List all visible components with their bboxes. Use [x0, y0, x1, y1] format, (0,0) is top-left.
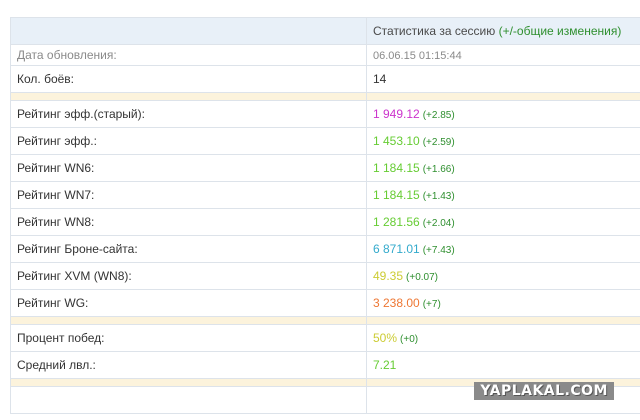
- row-label: Рейтинг WN8:: [10, 208, 367, 236]
- rating-delta: (+7): [422, 299, 441, 310]
- header-cell: Статистика за сессию (+/-общие изменения…: [366, 17, 640, 45]
- row-label: Дата обновления:: [10, 44, 367, 66]
- rating-value: 1 184.15: [373, 188, 420, 202]
- rating-delta: (+2.04): [422, 218, 455, 229]
- table-row-wn7: Рейтинг WN7: 1 184.15 (+1.43): [10, 181, 640, 209]
- table-row-battles: Кол. боёв: 14: [10, 65, 640, 93]
- table-row-avg-level: Средний лвл.: 7.21: [10, 351, 640, 379]
- table-row-updated: Дата обновления: 06.06.15 01:15:44: [10, 44, 640, 66]
- table-row-wg: Рейтинг WG: 3 238.00 (+7): [10, 289, 640, 317]
- battles-value: 14: [373, 72, 387, 86]
- rating-delta: (+7.43): [422, 245, 455, 256]
- rating-value: 3 238.00: [373, 296, 420, 310]
- table-row-xvm: Рейтинг XVM (WN8): 49.35 (+0.07): [10, 262, 640, 290]
- header-title: Статистика за сессию: [373, 24, 496, 38]
- row-label: Рейтинг эфф.:: [10, 127, 367, 155]
- header-note: (+/-общие изменения): [498, 24, 622, 38]
- rating-delta: (+2.85): [422, 110, 455, 121]
- rating-value: 1 281.56: [373, 215, 420, 229]
- table-row-armor-site: Рейтинг Броне-сайта: 6 871.01 (+7.43): [10, 235, 640, 263]
- table-row-wn6: Рейтинг WN6: 1 184.15 (+1.66): [10, 154, 640, 182]
- row-label: Рейтинг Броне-сайта:: [10, 235, 367, 263]
- rating-delta: (+2.59): [422, 137, 455, 148]
- rating-value: 1 184.15: [373, 161, 420, 175]
- rating-value: 7.21: [373, 358, 397, 372]
- section-separator: [10, 316, 640, 325]
- table-row-winrate: Процент побед: 50% (+0): [10, 324, 640, 352]
- rating-value: 50%: [373, 331, 398, 345]
- session-stats-table: Статистика за сессию (+/-общие изменения…: [10, 17, 640, 414]
- header-empty-cell: [10, 17, 367, 45]
- rating-delta: (+1.43): [422, 191, 455, 202]
- row-label: Средний лвл.:: [10, 351, 367, 379]
- rating-delta: (+1.66): [422, 164, 455, 175]
- row-label: Рейтинг WG:: [10, 289, 367, 317]
- watermark-logo: YAPLAKAL.COM: [474, 382, 614, 400]
- rating-value: 1 949.12: [373, 107, 420, 121]
- row-label: Рейтинг WN7:: [10, 181, 367, 209]
- rating-delta: (+0): [400, 334, 419, 345]
- row-label: Кол. боёв:: [10, 65, 367, 93]
- table-row-wn8: Рейтинг WN8: 1 281.56 (+2.04): [10, 208, 640, 236]
- table-row-eff-old: Рейтинг эфф.(старый): 1 949.12 (+2.85): [10, 100, 640, 128]
- section-separator: [10, 92, 640, 101]
- row-label: Рейтинг эфф.(старый):: [10, 100, 367, 128]
- row-label: Процент побед:: [10, 324, 367, 352]
- row-label: Рейтинг WN6:: [10, 154, 367, 182]
- row-label: Рейтинг XVM (WN8):: [10, 262, 367, 290]
- rating-value: 6 871.01: [373, 242, 420, 256]
- rating-delta: (+0.07): [406, 272, 438, 283]
- update-date-value: 06.06.15 01:15:44: [373, 50, 462, 62]
- rating-value: 1 453.10: [373, 134, 420, 148]
- table-header-row: Статистика за сессию (+/-общие изменения…: [10, 17, 640, 45]
- rating-value: 49.35: [373, 269, 404, 283]
- table-row-eff: Рейтинг эфф.: 1 453.10 (+2.59): [10, 127, 640, 155]
